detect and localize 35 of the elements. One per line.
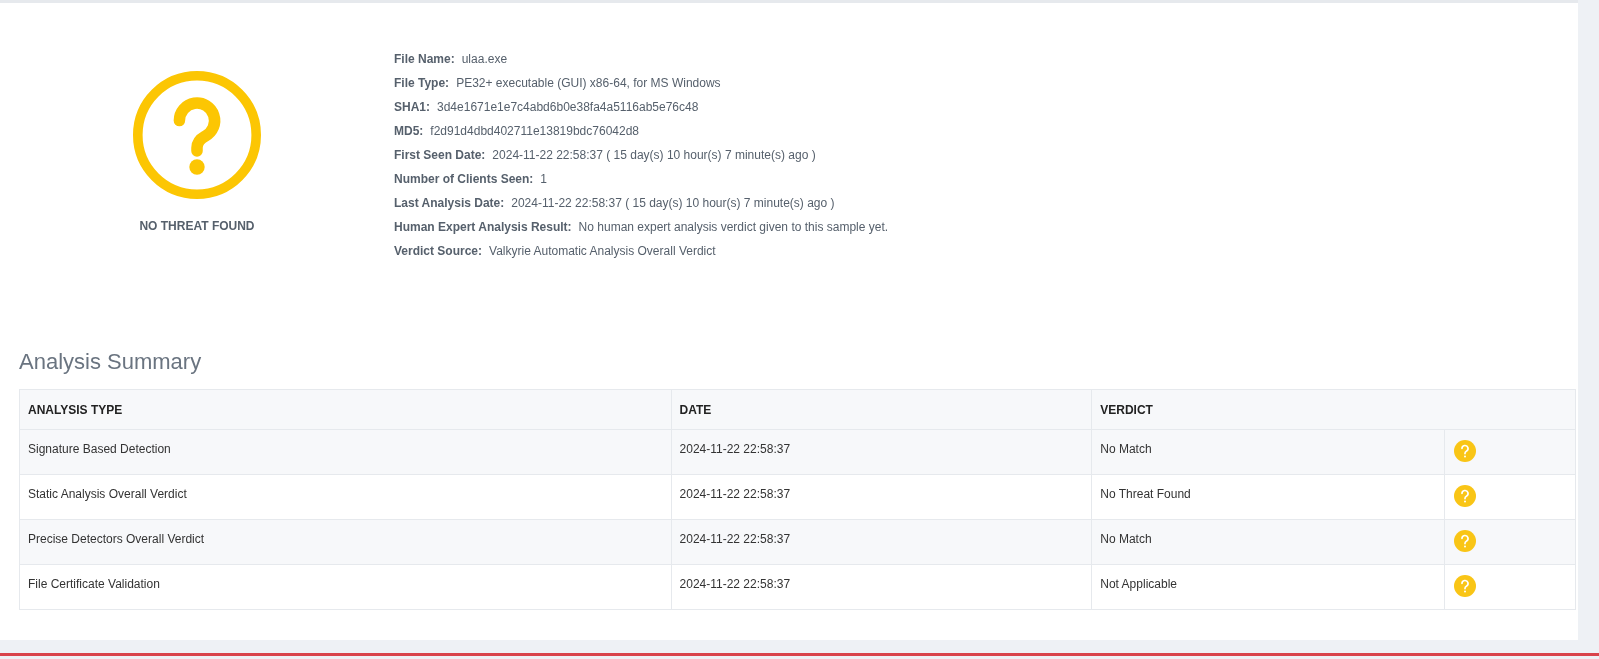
table-cell: No Match [1091, 519, 1445, 565]
detail-value: PE32+ executable (GUI) x86-64, for MS Windows [456, 76, 721, 90]
table-cell: Signature Based Detection [19, 429, 672, 475]
detail-label: Human Expert Analysis Result: [394, 220, 572, 234]
detail-label: Verdict Source: [394, 244, 483, 258]
detail-value: Valkyrie Automatic Analysis Overall Verdict [489, 244, 716, 258]
detail-label: First Seen Date: [394, 148, 486, 162]
table-cell: Static Analysis Overall Verdict [19, 474, 672, 520]
section-title: Analysis Summary [19, 349, 203, 375]
detail-label: Number of Clients Seen: [394, 172, 534, 186]
table-cell: No Threat Found [1091, 474, 1445, 520]
table-cell: Not Applicable [1091, 564, 1445, 610]
result-label: NO THREAT FOUND [139, 219, 255, 233]
table-cell: 2024-11-22 22:58:37 [671, 474, 1092, 520]
detail-label: SHA1: [394, 100, 430, 114]
detail-label: Last Analysis Date: [394, 196, 505, 210]
table-cell: No Match [1091, 429, 1445, 475]
column-header: ANALYSIS TYPE [19, 389, 672, 430]
table-cell: 2024-11-22 22:58:37 [671, 519, 1092, 565]
detail-label: File Name: [394, 52, 455, 66]
detail-value: f2d91d4dbd402711e13819bdc76042d8 [430, 124, 639, 138]
detail-value: 2024-11-22 22:58:37 ( 15 day(s) 10 hour(s) 7 minute(s) ago ) [492, 148, 816, 162]
detail-label: File Type: [394, 76, 450, 90]
detail-value: 2024-11-22 22:58:37 ( 15 day(s) 10 hour(s) 7 minute(s) ago ) [511, 196, 835, 210]
detail-label: MD5: [394, 124, 424, 138]
column-header: VERDICT [1091, 389, 1576, 430]
column-header: DATE [671, 389, 1092, 430]
table-cell: 2024-11-22 22:58:37 [671, 429, 1092, 475]
detail-value: No human expert analysis verdict given to this sample yet. [578, 220, 889, 234]
detail-value: ulaa.exe [461, 52, 508, 66]
detail-value: 1 [540, 172, 548, 186]
table-cell: 2024-11-22 22:58:37 [671, 564, 1092, 610]
table-cell: File Certificate Validation [19, 564, 672, 610]
table-cell: Precise Detectors Overall Verdict [19, 519, 672, 565]
detail-value: 3d4e1671e1e7c4abd6b0e38fa4a5116ab5e76c48 [437, 100, 699, 114]
